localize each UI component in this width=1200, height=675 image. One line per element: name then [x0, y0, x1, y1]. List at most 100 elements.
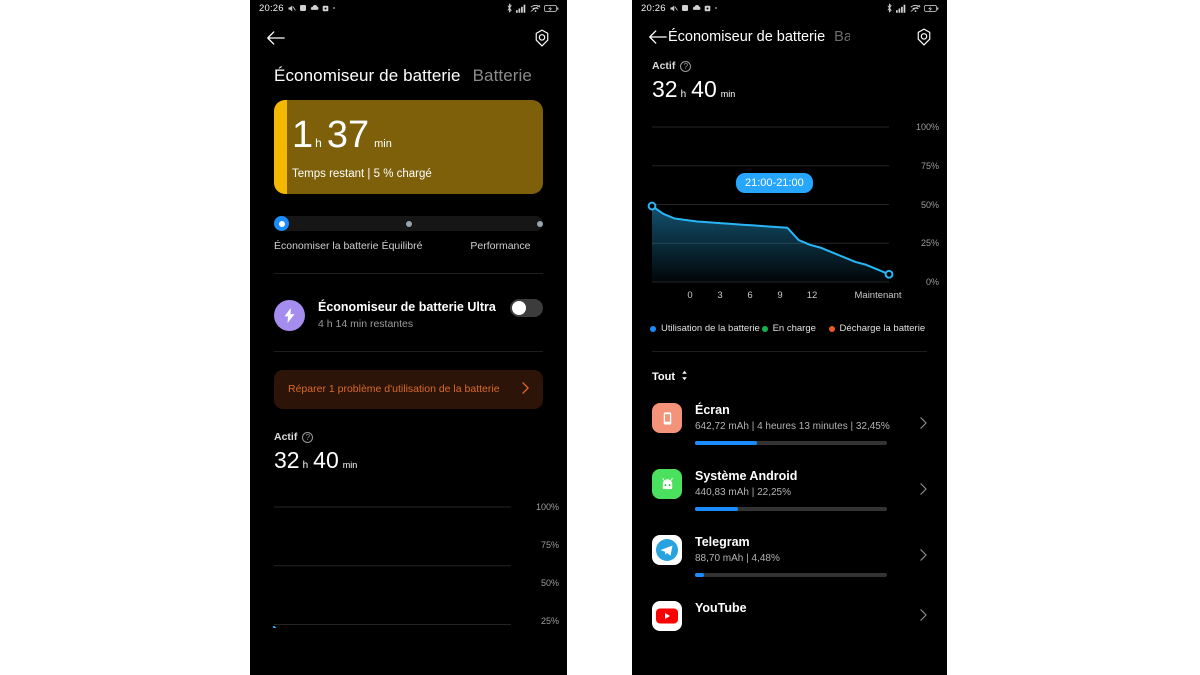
app-meta: 440,83 mAh | 22,25%	[695, 487, 791, 499]
active-time-label: Actif	[274, 431, 298, 444]
status-time: 20:26	[259, 2, 284, 14]
chevron-right-icon	[920, 417, 929, 432]
tab-batterie[interactable]: Batterie	[473, 66, 532, 86]
power-mode-labels: Économiser la batterie Équilibré Perform…	[274, 240, 543, 253]
telegram-icon	[652, 535, 682, 566]
active-hours: 32	[274, 447, 300, 474]
power-mode-dot-0[interactable]	[274, 216, 289, 231]
legend-dot-discharge	[828, 326, 835, 332]
active-time-head: Actif ?	[274, 431, 543, 443]
notification-icon	[299, 4, 307, 12]
sort-label: Tout	[652, 371, 676, 384]
battery-chart-left: 100% 75% 50% 25%	[250, 488, 567, 629]
power-mode-label-2[interactable]: Performance	[470, 240, 543, 253]
gear-icon[interactable]	[913, 26, 935, 48]
app-usage-bar	[695, 573, 887, 578]
active-time-head-2: Actif ?	[652, 60, 927, 72]
sort-updown-icon	[680, 368, 689, 386]
x-tick-6: 6	[747, 290, 753, 301]
status-time-2: 20:26	[641, 2, 666, 14]
sort-control[interactable]: Tout	[632, 352, 947, 386]
x-tick-0: 0	[687, 290, 693, 301]
page-title: Économiseur de batterie	[274, 66, 461, 85]
active-hours-unit: h	[302, 460, 309, 472]
power-mode-selector[interactable]: Économiser la batterie Équilibré Perform…	[250, 194, 567, 253]
power-mode-label-0[interactable]: Économiser la batterie	[274, 240, 382, 253]
help-icon[interactable]: ?	[680, 60, 692, 72]
y-tick-75: 75%	[540, 540, 559, 551]
legend-label-discharge: Décharge la batterie	[839, 323, 926, 334]
app-meta: 88,70 mAh | 4,48%	[695, 553, 780, 565]
list-item-body: Telegram 88,70 mAh | 4,48%	[695, 535, 907, 578]
power-mode-dot-1[interactable]	[405, 220, 412, 227]
ultra-saver-toggle[interactable]	[510, 299, 543, 318]
battery-issue-banner[interactable]: Réparer 1 problème d'utilisation de la b…	[274, 370, 543, 410]
back-arrow-icon[interactable]	[646, 26, 668, 48]
page-titles: Économiseur de batterie Batterie	[250, 60, 567, 86]
mute-icon	[287, 4, 296, 13]
cloud-icon	[310, 4, 319, 12]
x-tick-9: 9	[777, 290, 783, 301]
phone-screen-right: 20:26 Économiseur de batterie Batterie	[632, 0, 947, 675]
legend-item-usage: Utilisation de la batterie	[650, 323, 762, 335]
wifi-icon	[530, 4, 541, 13]
active-hours-unit: h	[680, 89, 687, 100]
app-name: Écran	[695, 403, 730, 418]
y-tick-25: 25%	[920, 238, 939, 248]
help-icon[interactable]: ?	[302, 431, 314, 443]
signal-icon	[896, 4, 907, 13]
legend-item-charging: En charge	[761, 323, 829, 335]
x-tick-now: Maintenant	[854, 290, 902, 301]
active-hours: 32	[652, 76, 678, 102]
app-bar-left	[250, 16, 567, 60]
status-bar-right-panel: 20:26	[632, 0, 947, 16]
status-bar-right-2	[886, 3, 939, 13]
battery-hero-body: 1 h 37 min Temps restant | 5 % chargé	[274, 100, 543, 180]
notification-icon	[681, 4, 689, 12]
youtube-icon	[652, 601, 682, 632]
list-item[interactable]: Système Android 440,83 mAh | 22,25%	[632, 445, 947, 512]
app-name: YouTube	[695, 601, 747, 616]
phone-screen-left: 20:26 Économiseur de batterie Batterie 1…	[250, 0, 567, 675]
app-bar-right: Économiseur de batterie Batterie	[632, 16, 947, 58]
active-time-value-2: 32 h 40 min	[652, 78, 927, 101]
signal-icon	[516, 4, 527, 13]
battery-icon	[544, 4, 559, 13]
tab-batterie[interactable]: Batterie	[834, 29, 850, 45]
y-tick-75: 75%	[920, 161, 939, 171]
chevron-right-icon	[920, 549, 929, 564]
collapsed-titles: Économiseur de batterie Batterie	[668, 29, 913, 45]
back-arrow-icon[interactable]	[264, 27, 286, 49]
active-minutes-unit: min	[342, 460, 358, 471]
status-bar: 20:26	[250, 0, 567, 16]
legend-item-discharge: Décharge la batterie	[828, 323, 929, 335]
chart-tooltip: 21:00-21:00	[736, 173, 813, 193]
battery-hero-card: 1 h 37 min Temps restant | 5 % chargé	[274, 100, 543, 194]
active-time-label: Actif	[652, 60, 676, 72]
remaining-hours-unit: h	[315, 136, 322, 150]
android-icon	[652, 469, 682, 500]
bolt-icon	[274, 299, 305, 331]
legend-dot-usage	[650, 326, 656, 332]
list-item[interactable]: YouTube	[632, 577, 947, 632]
y-tick-25: 25%	[540, 616, 559, 627]
power-mode-track[interactable]	[274, 216, 543, 231]
active-time-block-right: Actif ? 32 h 40 min	[632, 58, 947, 101]
chevron-right-icon	[522, 382, 529, 397]
power-mode-label-1[interactable]: Équilibré	[382, 240, 471, 253]
list-item-body: YouTube	[695, 601, 907, 618]
status-bar-left: 20:26	[259, 3, 336, 14]
list-item[interactable]: Écran 642,72 mAh | 4 heures 13 minutes |…	[632, 390, 947, 446]
y-tick-100: 100%	[915, 122, 939, 132]
app-icon	[322, 5, 329, 12]
list-item[interactable]: Telegram 88,70 mAh | 4,48%	[632, 511, 947, 578]
gear-icon[interactable]	[531, 27, 553, 49]
battery-hero-caption: Temps restant | 5 % chargé	[292, 168, 432, 180]
power-mode-dot-2[interactable]	[537, 220, 543, 227]
battery-chart-right-svg[interactable]	[632, 115, 947, 287]
chart-legend: Utilisation de la batterie En charge Déc…	[632, 309, 947, 335]
y-tick-100: 100%	[535, 502, 559, 513]
ultra-saver-title: Économiseur de batterie Ultra	[318, 300, 496, 315]
bluetooth-icon	[506, 3, 513, 13]
ultra-saver-row[interactable]: Économiseur de batterie Ultra 4 h 14 min…	[250, 274, 567, 331]
